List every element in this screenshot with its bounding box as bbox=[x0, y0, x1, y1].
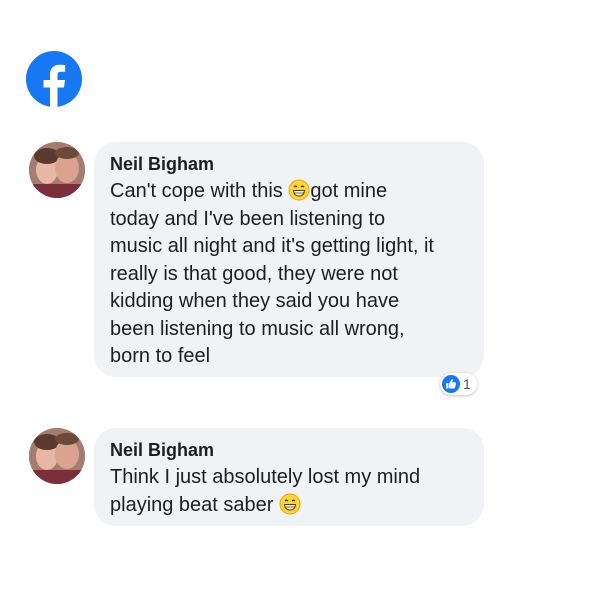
avatar[interactable] bbox=[29, 142, 85, 198]
avatar[interactable] bbox=[29, 428, 85, 484]
grinning-face-icon bbox=[288, 179, 310, 201]
comment-line: been listening to music all wrong, bbox=[110, 317, 405, 340]
like-icon bbox=[442, 375, 460, 393]
reaction-count: 1 bbox=[463, 376, 471, 392]
comment-line: today and I've been listening to bbox=[110, 207, 386, 230]
comment-author[interactable]: Neil Bigham bbox=[110, 439, 466, 461]
comment-line: music all night and it's getting light, … bbox=[110, 235, 434, 257]
comment-line: Think I just absolutely lost my mind bbox=[110, 466, 421, 488]
reaction-badge[interactable]: 1 bbox=[440, 373, 477, 395]
comment-bubble: Neil Bigham Can't cope with this got min… bbox=[94, 142, 484, 377]
comment-bubble: Neil Bigham Think I just absolutely lost… bbox=[94, 428, 484, 526]
comment-text: Can't cope with this got mine today and … bbox=[110, 178, 466, 371]
comment-line: Can't cope with this bbox=[110, 180, 283, 202]
grinning-face-icon bbox=[279, 493, 301, 514]
comment-line: kidding when they said you have bbox=[110, 290, 400, 312]
comment-author[interactable]: Neil Bigham bbox=[110, 153, 466, 175]
facebook-logo-icon bbox=[26, 51, 82, 107]
comment-text: Think I just absolutely lost my mind pla… bbox=[110, 464, 466, 519]
comment-line: playing beat saber bbox=[110, 493, 274, 516]
comment-line: born to feel bbox=[110, 345, 211, 367]
comment-line: got mine bbox=[310, 180, 388, 202]
comment-line: really is that good, they were not bbox=[110, 262, 398, 285]
